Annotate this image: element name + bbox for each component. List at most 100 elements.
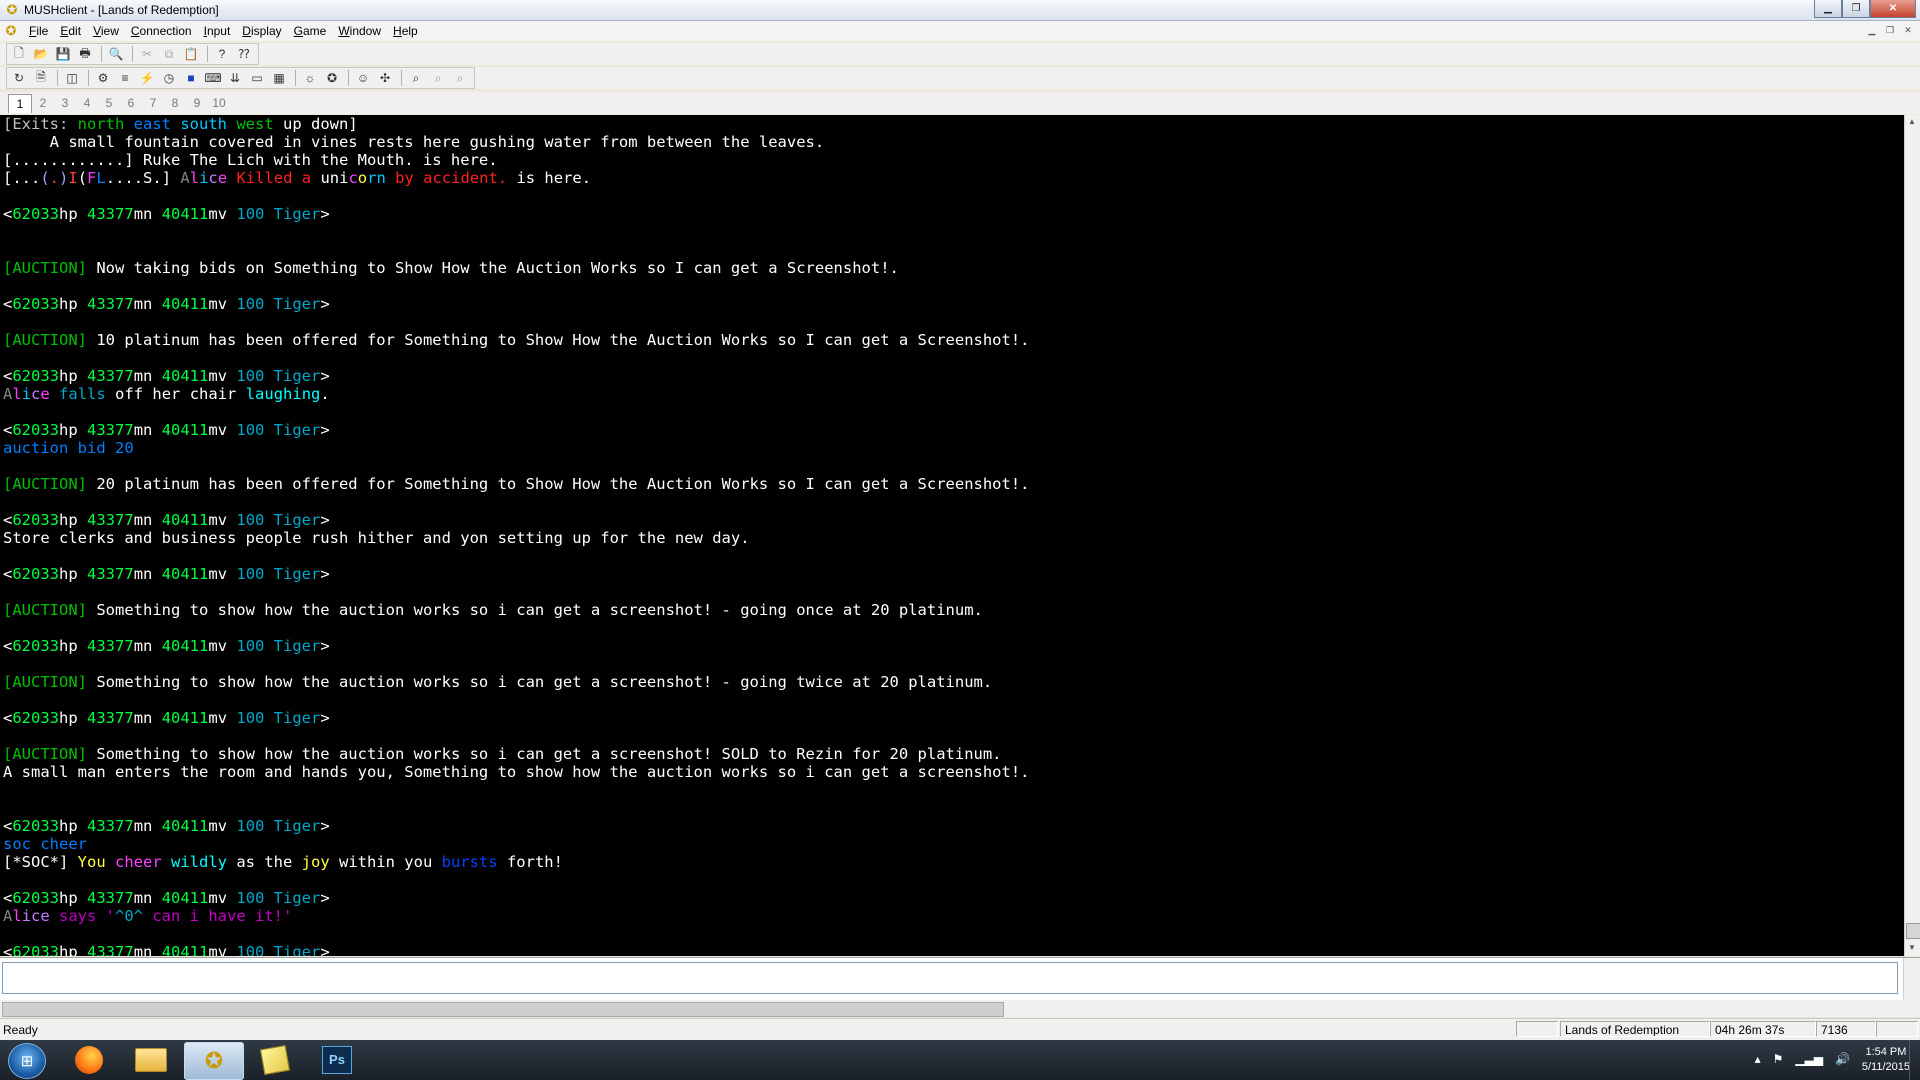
reconnect-icon[interactable]: ↻: [9, 69, 29, 87]
menu-input[interactable]: Input: [199, 24, 238, 38]
toolbar-separator: [207, 46, 208, 62]
output-segment: Now taking bids on Something to Show How…: [87, 259, 899, 277]
tray-expand-icon[interactable]: ▴: [1755, 1052, 1761, 1066]
print-icon[interactable]: 🖶: [75, 45, 95, 63]
table-icon[interactable]: ▦: [269, 69, 289, 87]
paste-icon[interactable]: 📋: [181, 45, 201, 63]
output-segment: <: [3, 367, 13, 385]
world-tab-8[interactable]: 8: [164, 96, 186, 110]
output-segment: hp: [59, 817, 88, 835]
world-tab-9[interactable]: 9: [186, 96, 208, 110]
output-segment: ice: [21, 907, 60, 925]
world-tab-5[interactable]: 5: [98, 96, 120, 110]
mdi-app-icon[interactable]: ✪: [2, 22, 20, 40]
find-next-icon[interactable]: ⌕: [428, 69, 448, 87]
windows-start-icon[interactable]: ⊞: [8, 1043, 46, 1079]
menu-edit[interactable]: Edit: [55, 24, 88, 38]
action-center-flag-icon[interactable]: ⚑: [1773, 1052, 1784, 1066]
menu-connection[interactable]: Connection: [126, 24, 199, 38]
mapper-icon[interactable]: ☼: [300, 69, 320, 87]
output-segment: north: [77, 115, 134, 133]
toolbar-separator: [88, 70, 89, 86]
chat-icon[interactable]: ☺: [353, 69, 373, 87]
new-file-icon[interactable]: 🗋: [9, 45, 29, 63]
folder-icon[interactable]: [122, 1042, 180, 1078]
plugins-icon[interactable]: ✣: [375, 69, 395, 87]
scripts-icon[interactable]: ✪: [322, 69, 342, 87]
output-segment: ^0^: [115, 907, 153, 925]
menu-game[interactable]: Game: [289, 24, 334, 38]
output-segment: 62033: [12, 637, 60, 655]
input-scrollbar[interactable]: [1903, 958, 1920, 1000]
find-icon[interactable]: ⌕: [406, 69, 426, 87]
output-segment: hp: [59, 367, 88, 385]
close-icon[interactable]: ✕: [1870, 0, 1916, 18]
world-tab-4[interactable]: 4: [76, 96, 98, 110]
photoshop-icon[interactable]: Ps: [308, 1042, 366, 1078]
menu-view[interactable]: View: [88, 24, 126, 38]
horizontal-scrollbar[interactable]: [0, 1000, 1920, 1017]
output-scrollbar[interactable]: ▲ ▼: [1904, 115, 1920, 956]
world-tab-2[interactable]: 2: [32, 96, 54, 110]
menu-help[interactable]: Help: [388, 24, 425, 38]
minimize-icon[interactable]: ▁: [1814, 0, 1842, 18]
sticky-notes-icon[interactable]: [246, 1042, 304, 1078]
toolbar-separator: [348, 70, 349, 86]
mushclient-task-icon[interactable]: ✪: [184, 1042, 244, 1080]
world-tab-10[interactable]: 10: [208, 96, 230, 110]
output-segment: .: [320, 385, 330, 403]
output-segment: <: [3, 709, 13, 727]
output-segment: [AUCTION]: [3, 475, 87, 493]
aliases-icon[interactable]: ≡: [115, 69, 135, 87]
output-segment: wildly: [171, 853, 237, 871]
output-window-icon[interactable]: ▭: [247, 69, 267, 87]
output-segment: (: [77, 169, 88, 187]
show-desktop-button[interactable]: [1909, 1040, 1920, 1080]
world-tab-6[interactable]: 6: [120, 96, 142, 110]
mdi-close-icon[interactable]: ✕: [1900, 23, 1916, 37]
output-segment: 40411: [161, 565, 209, 583]
restore-icon[interactable]: ❐: [1842, 0, 1870, 18]
menu-file[interactable]: File: [24, 24, 55, 38]
mdi-minimize-icon[interactable]: ▁: [1864, 23, 1880, 37]
triggers-icon[interactable]: ⚡: [137, 69, 157, 87]
mdi-restore-icon[interactable]: ❐: [1882, 23, 1898, 37]
copy-icon[interactable]: ⧉: [159, 45, 179, 63]
world-tab-1[interactable]: 1: [8, 93, 32, 113]
taskbar-clock[interactable]: 1:54 PM 5/11/2015: [1862, 1045, 1910, 1075]
log-icon[interactable]: 🗎: [31, 69, 51, 87]
highlight-icon[interactable]: ■: [181, 69, 201, 87]
help-icon[interactable]: ?: [212, 45, 232, 63]
variables-icon[interactable]: ⇊: [225, 69, 245, 87]
timers-icon[interactable]: ◷: [159, 69, 179, 87]
horizontal-scroll-thumb[interactable]: [2, 1002, 1004, 1017]
world-tab-7[interactable]: 7: [142, 96, 164, 110]
firefox-icon[interactable]: [60, 1042, 118, 1078]
network-icon[interactable]: ▁▃▅: [1795, 1052, 1823, 1066]
file-toolbar-group: 🗋 📂 💾 🖶 🔍 ✂ ⧉ 📋 ? ⁇: [6, 43, 259, 65]
pause-icon[interactable]: ◫: [62, 69, 82, 87]
output-segment: i: [21, 385, 32, 403]
mud-output[interactable]: [Exits: north east south west up down] A…: [0, 115, 1904, 956]
menu-display[interactable]: Display: [237, 24, 288, 38]
output-segment: >: [320, 295, 330, 313]
output-segment: 40411: [161, 889, 209, 907]
open-folder-icon[interactable]: 📂: [31, 45, 51, 63]
scroll-thumb[interactable]: [1906, 923, 1920, 939]
macros-icon[interactable]: ⌨: [203, 69, 223, 87]
cut-icon[interactable]: ✂: [137, 45, 157, 63]
scroll-up-icon[interactable]: ▲: [1908, 117, 1916, 126]
find-prev-icon[interactable]: ⌕: [450, 69, 470, 87]
print-preview-icon[interactable]: 🔍: [106, 45, 126, 63]
world-config-icon[interactable]: ⚙: [93, 69, 113, 87]
menu-window[interactable]: Window: [333, 24, 388, 38]
scroll-down-icon[interactable]: ▼: [1908, 943, 1916, 952]
volume-icon[interactable]: 🔊: [1835, 1052, 1850, 1066]
save-icon[interactable]: 💾: [53, 45, 73, 63]
command-input[interactable]: [2, 962, 1898, 994]
context-help-icon[interactable]: ⁇: [234, 45, 254, 63]
output-segment: <: [3, 943, 13, 956]
world-tab-3[interactable]: 3: [54, 96, 76, 110]
output-segment: 40411: [161, 817, 209, 835]
